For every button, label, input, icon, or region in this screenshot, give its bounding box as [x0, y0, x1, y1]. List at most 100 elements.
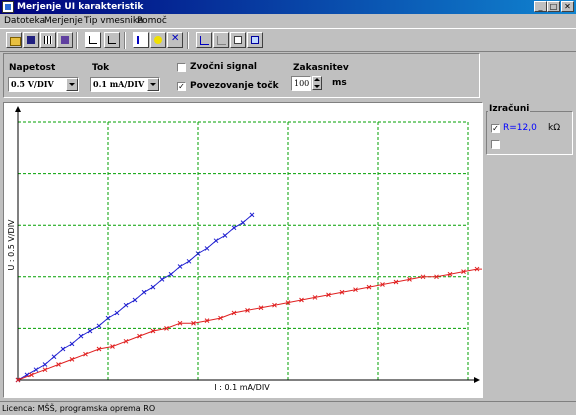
zvocni-checkbox[interactable] [177, 63, 186, 72]
chevron-down-icon[interactable] [66, 78, 78, 91]
napetost-value: 0.5 V/DIV [11, 79, 54, 89]
data-point-blue [132, 297, 138, 303]
povezovanje-label: Povezovanje točk [190, 81, 279, 91]
data-point-blue [249, 212, 255, 218]
data-point-blue [141, 289, 147, 295]
preview-icon [251, 36, 259, 44]
data-point-blue [240, 220, 246, 225]
status-text: Licenca: MŠŠ, programska oprema RO [2, 404, 156, 413]
data-point-blue [168, 271, 174, 277]
close-button[interactable]: ✕ [561, 1, 574, 12]
data-point-blue [231, 225, 237, 231]
menu-bar: Datoteka Merjenje Tip vmesnika Pomoč [0, 14, 576, 28]
r-checkbox[interactable]: ✓ [491, 124, 500, 133]
grid [18, 121, 469, 380]
r-value: R=12,0 [503, 123, 537, 133]
data-point-blue [159, 277, 165, 282]
data-point-blue [33, 367, 39, 373]
data-point-blue [222, 233, 228, 238]
status-bar: Licenca: MŠŠ, programska oprema RO [0, 401, 576, 415]
cursor-tool-1-icon [200, 36, 209, 45]
chevron-down-icon[interactable] [147, 78, 159, 91]
table-icon [44, 36, 52, 44]
data-point-blue [213, 238, 219, 244]
ui-chart: I : 0.1 mA/DIV U : 0.5 V/DIV [7, 106, 482, 392]
toolbar-separator [124, 32, 126, 49]
tok-label: Tok [92, 63, 110, 73]
save-button[interactable] [23, 32, 39, 48]
window-title: Merjenje UI karakteristik [17, 2, 144, 12]
data-point-blue [150, 284, 156, 290]
data-point-blue [114, 310, 120, 316]
data-point-blue [69, 341, 75, 347]
calc-title: Izračuni [488, 104, 531, 114]
data-point-red [83, 351, 88, 357]
preview-button[interactable] [247, 32, 263, 48]
second-checkbox[interactable] [491, 140, 500, 149]
zakasnitev-stepper[interactable] [312, 76, 322, 90]
data-point-blue [87, 328, 93, 334]
graph-mode-2-button[interactable] [104, 32, 120, 48]
data-point-blue [42, 362, 48, 367]
cursor-tool-2-button[interactable] [213, 32, 229, 48]
zakasnitev-input[interactable]: 100 [291, 76, 311, 91]
toolbar-separator [187, 32, 189, 49]
table-button[interactable] [40, 32, 56, 48]
menu-datoteka[interactable]: Datoteka [4, 15, 45, 27]
napetost-select[interactable]: 0.5 V/DIV [8, 77, 79, 92]
toolbar: ✕ [0, 28, 576, 52]
axes [15, 106, 480, 383]
data-point-blue [123, 302, 129, 308]
napetost-label: Napetost [9, 63, 56, 73]
title-bar: Merjenje UI karakteristik _ □ ✕ [0, 0, 576, 14]
data-point-red [123, 338, 129, 344]
zakasnitev-unit: ms [332, 78, 347, 88]
zvocni-label: Zvočni signal [190, 62, 257, 72]
x-axis-arrow [474, 377, 480, 383]
print-button[interactable] [230, 32, 246, 48]
data-point-blue [96, 323, 102, 329]
bulb-icon [154, 36, 162, 44]
open-button[interactable] [6, 32, 22, 48]
graph-mode-1-button[interactable] [85, 32, 101, 48]
data-point-blue [51, 354, 57, 360]
cursor-tool-1-button[interactable] [196, 32, 212, 48]
zakasnitev-value: 100 [294, 79, 310, 88]
open-folder-icon [10, 37, 21, 46]
menu-tip-vmesnika[interactable]: Tip vmesnika [84, 15, 143, 27]
menu-pomoc[interactable]: Pomoč [137, 15, 167, 27]
menu-merjenje[interactable]: Merjenje [44, 15, 83, 27]
bulb-button[interactable] [150, 32, 166, 48]
minimize-button[interactable]: _ [534, 1, 547, 12]
print-icon [234, 36, 242, 44]
zakasnitev-label: Zakasnitev [293, 63, 349, 73]
measure-start-button[interactable] [133, 32, 149, 48]
graph-mode-1-icon [89, 36, 97, 44]
toolbar-separator [76, 32, 78, 49]
graph-mode-2-icon [108, 36, 116, 44]
tok-value: 0.1 mA/DIV [93, 79, 145, 89]
y-axis-arrow [15, 106, 21, 112]
data-point-blue [60, 346, 66, 352]
povezovanje-checkbox[interactable]: ✓ [177, 82, 186, 91]
cursor-tool-2-icon [217, 36, 226, 45]
plot-area: I : 0.1 mA/DIV U : 0.5 V/DIV [3, 102, 483, 398]
door-exit-icon [61, 36, 69, 44]
tok-select[interactable]: 0.1 mA/DIV [90, 77, 160, 92]
maximize-button[interactable]: □ [547, 1, 560, 12]
data-point-blue [78, 333, 84, 339]
clear-points-button[interactable]: ✕ [167, 32, 183, 48]
data-point-blue [186, 258, 192, 264]
data-point-blue [177, 264, 183, 269]
clear-points-icon: ✕ [171, 33, 180, 44]
r-unit: kΩ [548, 123, 561, 133]
series-layer [15, 212, 482, 383]
data-point-blue [204, 246, 210, 251]
save-icon [27, 36, 35, 44]
exit-button[interactable] [57, 32, 73, 48]
measure-start-icon [137, 36, 147, 44]
x-axis-label: I : 0.1 mA/DIV [214, 383, 270, 392]
app-icon[interactable] [2, 1, 14, 13]
y-axis-label: U : 0.5 V/DIV [7, 219, 16, 271]
series-line-red [17, 268, 482, 381]
